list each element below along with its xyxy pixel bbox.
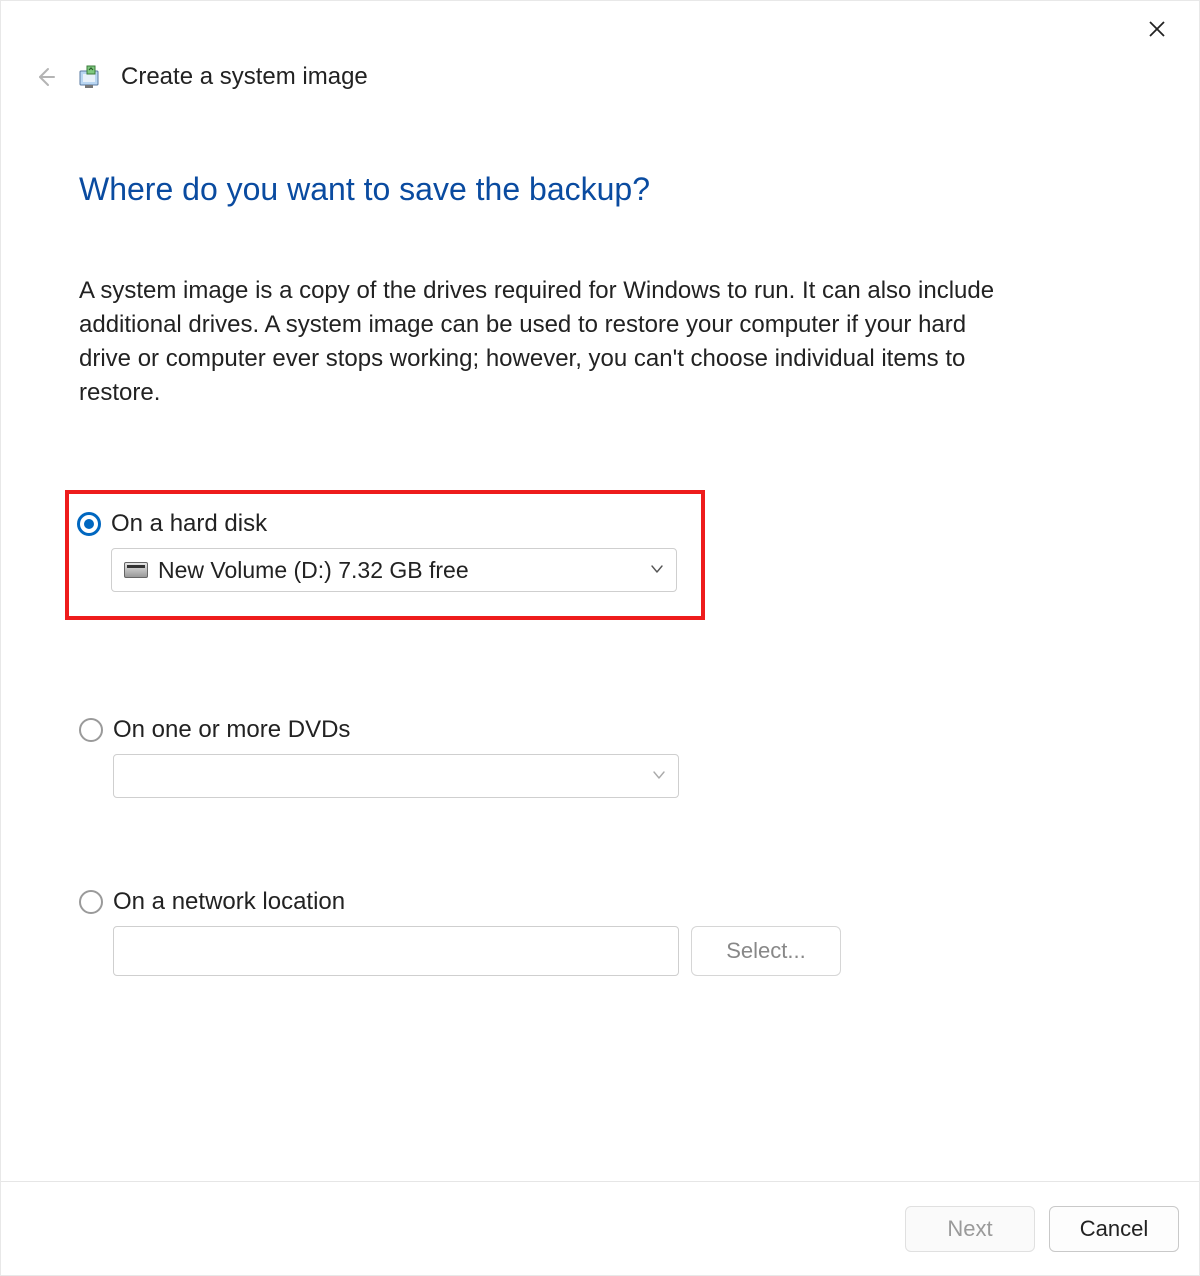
arrow-left-icon	[34, 66, 56, 88]
close-button[interactable]	[1135, 7, 1179, 51]
dropdown-content: New Volume (D:) 7.32 GB free	[124, 557, 469, 584]
content-area: Where do you want to save the backup? A …	[1, 93, 1199, 976]
titlebar	[1, 1, 1199, 57]
radio-label-hard-disk: On a hard disk	[111, 510, 267, 538]
option-dvd[interactable]: On one or more DVDs	[79, 716, 1121, 744]
option-hard-disk[interactable]: On a hard disk	[77, 510, 693, 538]
hard-disk-dropdown[interactable]: New Volume (D:) 7.32 GB free	[111, 548, 677, 592]
system-image-icon	[77, 63, 105, 91]
next-button-label: Next	[947, 1216, 992, 1242]
close-icon	[1148, 20, 1166, 38]
select-button-label: Select...	[726, 938, 805, 964]
window-title: Create a system image	[121, 63, 368, 91]
chevron-down-icon	[652, 768, 666, 785]
dvd-option-group: On one or more DVDs	[79, 716, 1121, 798]
radio-network[interactable]	[79, 890, 103, 914]
page-heading: Where do you want to save the backup?	[79, 171, 1121, 208]
next-button[interactable]: Next	[905, 1206, 1035, 1252]
hard-disk-selected-text: New Volume (D:) 7.32 GB free	[158, 557, 469, 584]
dialog-window: Create a system image Where do you want …	[0, 0, 1200, 1276]
network-path-input[interactable]	[113, 926, 679, 976]
option-network[interactable]: On a network location	[79, 888, 1121, 916]
cancel-button-label: Cancel	[1080, 1216, 1148, 1242]
dvd-dropdown	[113, 754, 679, 798]
cancel-button[interactable]: Cancel	[1049, 1206, 1179, 1252]
network-row: Select...	[113, 926, 1121, 976]
radio-dvd[interactable]	[79, 718, 103, 742]
radio-hard-disk[interactable]	[77, 512, 101, 536]
page-description: A system image is a copy of the drives r…	[79, 274, 999, 410]
back-button	[29, 61, 61, 93]
chevron-down-icon	[650, 562, 664, 579]
hard-disk-highlight-box: On a hard disk New Volume (D:) 7.32 GB f…	[65, 490, 705, 620]
select-button: Select...	[691, 926, 841, 976]
network-option-group: On a network location Select...	[79, 888, 1121, 976]
radio-label-dvd: On one or more DVDs	[113, 716, 350, 744]
footer: Next Cancel	[1, 1181, 1199, 1275]
radio-label-network: On a network location	[113, 888, 345, 916]
drive-icon	[124, 562, 148, 578]
header-row: Create a system image	[1, 61, 1199, 93]
